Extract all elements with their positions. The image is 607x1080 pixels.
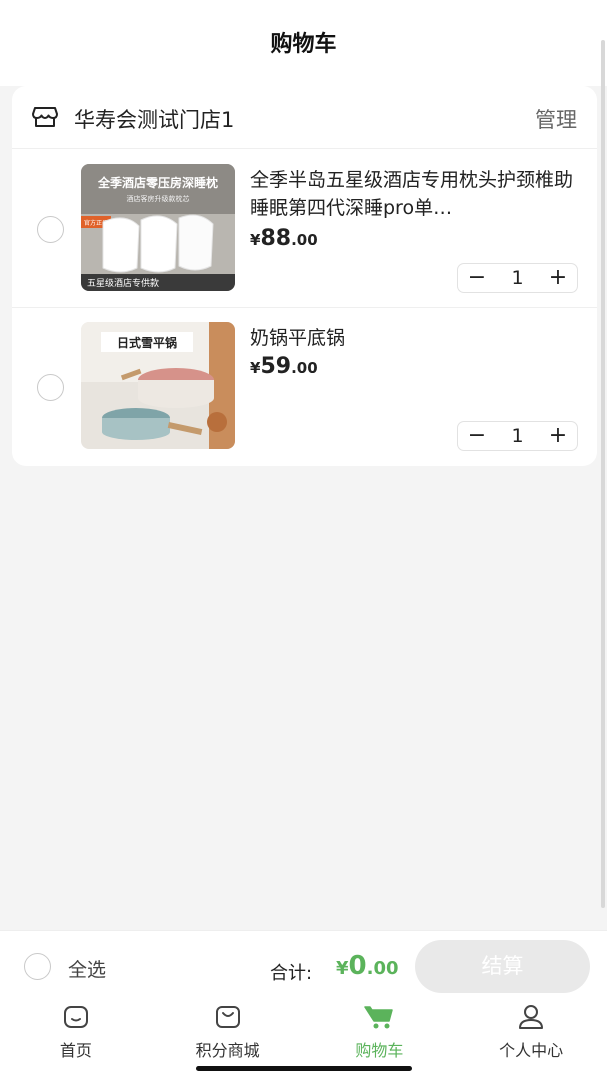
shopping-bag-icon [215, 1006, 240, 1028]
total-price: ¥0.00 [336, 951, 399, 981]
tab-label: 购物车 [355, 1041, 404, 1060]
quantity-stepper: − 1 + [457, 421, 578, 451]
product-price: ¥88.00 [250, 226, 318, 251]
store-card: 华寿会测试门店1 管理 全季酒店零压房深睡枕 酒店客房升级款枕芯 官方正品 五星… [12, 86, 597, 466]
cart-item: 全季酒店零压房深睡枕 酒店客房升级款枕芯 官方正品 五星级酒店专供款 全季半岛五… [12, 150, 597, 308]
user-icon [519, 1005, 544, 1029]
tab-home[interactable]: 首页 [0, 1002, 152, 1080]
manage-button[interactable]: 管理 [535, 104, 577, 134]
increase-button[interactable]: + [539, 264, 577, 292]
scrollbar[interactable] [601, 40, 605, 908]
shopping-cart-page: 购物车 华寿会测试门店1 管理 全季酒店零压房深睡枕 酒店客房升级款枕芯 官方正… [0, 0, 607, 1080]
thumb-caption-sub: 酒店客房升级款枕芯 [127, 194, 190, 203]
increase-button[interactable]: + [539, 422, 577, 450]
product-image[interactable]: 全季酒店零压房深睡枕 酒店客房升级款枕芯 官方正品 五星级酒店专供款 [81, 164, 235, 291]
total-label: 合计: [270, 963, 313, 984]
item-checkbox[interactable] [37, 216, 64, 243]
page-title: 购物车 [270, 32, 337, 57]
tab-label: 首页 [59, 1041, 92, 1060]
home-icon [63, 1006, 88, 1028]
product-title[interactable]: 奶锅平底锅 [250, 324, 580, 352]
product-image[interactable]: 日式雪平锅 [81, 322, 235, 449]
header: 购物车 [0, 0, 607, 86]
quantity-value[interactable]: 1 [496, 425, 539, 447]
tab-label: 积分商城 [195, 1041, 260, 1060]
select-all-label[interactable]: 全选 [68, 955, 106, 982]
item-checkbox[interactable] [37, 374, 64, 401]
decrease-button[interactable]: − [458, 264, 496, 292]
thumb-caption-top: 全季酒店零压房深睡枕 [97, 175, 218, 190]
tab-label: 个人中心 [499, 1041, 564, 1060]
store-icon [32, 107, 58, 127]
store-name: 华寿会测试门店1 [74, 108, 235, 132]
product-title[interactable]: 全季半岛五星级酒店专用枕头护颈椎助睡眠第四代深睡pro单… [250, 166, 580, 222]
thumb-caption-bottom: 五星级酒店专供款 [87, 277, 159, 289]
product-price: ¥59.00 [250, 354, 318, 379]
quantity-value[interactable]: 1 [496, 267, 539, 289]
checkout-bar: 全选 合计: ¥0.00 结算 [0, 930, 607, 1002]
store-row: 华寿会测试门店1 管理 [12, 86, 597, 149]
checkout-button[interactable]: 结算 [415, 940, 590, 993]
quantity-stepper: − 1 + [457, 263, 578, 293]
select-all-checkbox[interactable] [24, 953, 51, 980]
home-indicator [196, 1066, 412, 1071]
decrease-button[interactable]: − [458, 422, 496, 450]
cart-item: 日式雪平锅 奶锅平底锅 ¥59.00 − 1 + [12, 308, 597, 466]
tab-profile[interactable]: 个人中心 [455, 1002, 607, 1080]
thumb-caption-top: 日式雪平锅 [117, 335, 177, 350]
cart-icon [364, 1006, 394, 1029]
